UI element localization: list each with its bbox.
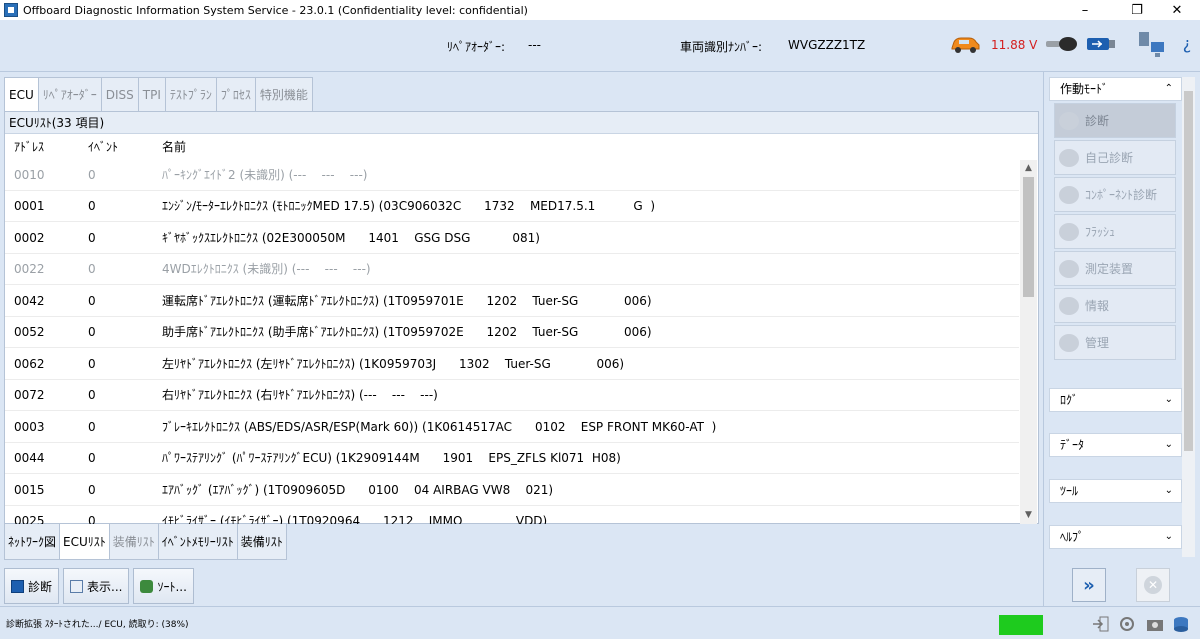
table-row[interactable]: 0010 0 ﾊﾟｰｷﾝｸﾞｴｲﾄﾞ2 (未識別) (--- --- ---) (5, 160, 1019, 191)
status-text: 診断拡張 ｽﾀｰﾄされた.../ ECU, 読取り: (38%) (6, 620, 189, 630)
side-panel: 作動ﾓｰﾄﾞ ⌃ 診断 自己診断 ｺﾝﾎﾟｰﾈﾝﾄ診断 ﾌﾗｯｼｭ 測定装置 情… (1043, 72, 1200, 606)
measuring-device-button[interactable]: 測定装置 (1054, 251, 1176, 286)
side-scroll-thumb[interactable] (1184, 91, 1193, 451)
col-header-event[interactable]: ｲﾍﾞﾝﾄ (88, 134, 118, 160)
tab-tpi[interactable]: TPI (137, 77, 166, 111)
self-diagnosis-icon (1059, 148, 1079, 167)
tab-event-memory-list[interactable]: ｲﾍﾞﾝﾄﾒﾓﾘｰﾘｽﾄ (157, 524, 238, 560)
cancel-button[interactable]: ✕ (1136, 568, 1170, 602)
chevron-down-icon: ⌄ (1164, 394, 1173, 405)
tools-section-header[interactable]: ﾂｰﾙ ⌄ (1049, 479, 1182, 503)
sort-button[interactable]: ｿｰﾄ... (133, 568, 194, 604)
help-icon[interactable]: ¿ (1178, 34, 1196, 54)
table-row[interactable]: 0022 0 4WDｴﾚｸﾄﾛﾆｸｽ (未識別) (--- --- ---) (5, 254, 1019, 285)
table-row[interactable]: 0072 0 右ﾘﾔﾄﾞｱｴﾚｸﾄﾛﾆｸｽ (右ﾘﾔﾄﾞｱｴﾚｸﾄﾛﾆｸｽ) (--… (5, 380, 1019, 411)
settings-icon[interactable] (1118, 616, 1136, 632)
window-title: Offboard Diagnostic Information System S… (23, 3, 528, 17)
gauge-icon (1059, 259, 1079, 278)
side-scrollbar[interactable] (1182, 77, 1195, 557)
network-icon[interactable] (1136, 30, 1166, 60)
bottom-tabs: ﾈｯﾄﾜｰｸ図 ECUﾘｽﾄ 装備ﾘｽﾄ ｲﾍﾞﾝﾄﾒﾓﾘｰﾘｽﾄ 装備ﾘｽﾄ (4, 524, 287, 560)
key-icon[interactable] (1044, 34, 1078, 54)
tab-ecu[interactable]: ECU (4, 77, 39, 112)
display-icon (70, 579, 84, 593)
chevron-down-icon: ⌄ (1164, 485, 1173, 496)
database-icon[interactable] (1172, 616, 1190, 632)
component-icon (1059, 185, 1079, 204)
tab-network-diagram[interactable]: ﾈｯﾄﾜｰｸ図 (4, 524, 61, 560)
mode-section-header[interactable]: 作動ﾓｰﾄﾞ ⌃ (1049, 77, 1182, 101)
col-header-address[interactable]: ｱﾄﾞﾚｽ (14, 134, 44, 160)
self-diagnosis-button[interactable]: 自己診断 (1054, 140, 1176, 175)
sort-icon (140, 579, 154, 593)
side-panel-content: 作動ﾓｰﾄﾞ ⌃ 診断 自己診断 ｺﾝﾎﾟｰﾈﾝﾄ診断 ﾌﾗｯｼｭ 測定装置 情… (1049, 77, 1182, 557)
table-row[interactable]: 0052 0 助手席ﾄﾞｱｴﾚｸﾄﾛﾆｸｽ (助手席ﾄﾞｱｴﾚｸﾄﾛﾆｸｽ) (1T… (5, 317, 1019, 348)
connection-status-indicator (999, 615, 1043, 635)
double-chevron-right-icon: » (1083, 574, 1095, 596)
bottom-toolbar: 診断 表示... ｿｰﾄ... (4, 568, 194, 604)
col-header-name[interactable]: 名前 (162, 134, 186, 160)
table-row[interactable]: 0001 0 ｴﾝｼﾞﾝ/ﾓｰﾀｰｴﾚｸﾄﾛﾆｸｽ (ﾓﾄﾛﾆｯｸMED 17.5)… (5, 191, 1019, 222)
next-button[interactable]: » (1072, 568, 1106, 602)
tab-process[interactable]: ﾌﾟﾛｾｽ (215, 77, 256, 111)
admin-button[interactable]: 管理 (1054, 325, 1176, 360)
tab-diss[interactable]: DISS (100, 77, 139, 111)
app-icon (4, 3, 18, 17)
display-button[interactable]: 表示... (63, 568, 130, 604)
table-row[interactable]: 0025 0 ｲﾓﾋﾞﾗｲｻﾞｰ (ｲﾓﾋﾞﾗｲｻﾞｰ) (1T0920964 12… (5, 506, 1019, 524)
vin-label: 車両識別ﾅﾝﾊﾞｰ: (680, 40, 763, 54)
top-tabs: ECU ﾘﾍﾟｱｵｰﾀﾞｰ DISS TPI ﾃｽﾄﾌﾟﾗﾝ ﾌﾟﾛｾｽ 特別機… (4, 77, 313, 112)
car-icon[interactable] (949, 34, 981, 54)
scroll-thumb[interactable] (1023, 177, 1034, 297)
usb-icon[interactable] (1086, 35, 1116, 53)
main-panel: ECU ﾘﾍﾟｱｵｰﾀﾞｰ DISS TPI ﾃｽﾄﾌﾟﾗﾝ ﾌﾟﾛｾｽ 特別機… (0, 72, 1043, 606)
header-bar: ﾘﾍﾟｱｵｰﾀﾞｰ: --- 車両識別ﾅﾝﾊﾞｰ: WVGZZZ1TZ 11.8… (0, 20, 1200, 72)
close-button[interactable]: ✕ (1154, 0, 1200, 20)
scroll-down-icon[interactable]: ▼ (1020, 507, 1037, 524)
help-section-header[interactable]: ﾍﾙﾌﾟ ⌄ (1049, 525, 1182, 549)
scroll-up-icon[interactable]: ▲ (1020, 160, 1037, 177)
tab-repair-order[interactable]: ﾘﾍﾟｱｵｰﾀﾞｰ (37, 77, 102, 111)
repair-order-label: ﾘﾍﾟｱｵｰﾀﾞｰ: (447, 40, 506, 54)
table-row[interactable]: 0002 0 ｷﾞﾔﾎﾞｯｸｽｴﾚｸﾄﾛﾆｸｽ (02E300050M 1401 G… (5, 223, 1019, 254)
info-icon (1059, 296, 1079, 315)
table-row[interactable]: 0042 0 運転席ﾄﾞｱｴﾚｸﾄﾛﾆｸｽ (運転席ﾄﾞｱｴﾚｸﾄﾛﾆｸｽ) (1T… (5, 286, 1019, 317)
tab-ecu-list[interactable]: ECUﾘｽﾄ (59, 524, 110, 560)
tab-test-plan[interactable]: ﾃｽﾄﾌﾟﾗﾝ (164, 77, 217, 111)
flash-icon (1059, 222, 1079, 241)
table-row[interactable]: 0003 0 ﾌﾞﾚｰｷｴﾚｸﾄﾛﾆｸｽ (ABS/EDS/ASR/ESP(Mark… (5, 412, 1019, 443)
diagnose-button[interactable]: 診断 (4, 568, 60, 604)
table-row[interactable]: 0062 0 左ﾘﾔﾄﾞｱｴﾚｸﾄﾛﾆｸｽ (左ﾘﾔﾄﾞｱｴﾚｸﾄﾛﾆｸｽ) (1K… (5, 349, 1019, 380)
battery-voltage: 11.88 V (991, 38, 1038, 52)
chevron-down-icon: ⌄ (1164, 439, 1173, 450)
info-button[interactable]: 情報 (1054, 288, 1176, 323)
tab-equipment-list[interactable]: 装備ﾘｽﾄ (236, 524, 287, 560)
stethoscope-icon (1059, 111, 1079, 130)
minimize-button[interactable]: – (1062, 0, 1108, 20)
chevron-down-icon: ⌄ (1164, 531, 1173, 542)
tab-special-functions[interactable]: 特別機能 (254, 77, 313, 111)
flash-button[interactable]: ﾌﾗｯｼｭ (1054, 214, 1176, 249)
table-row[interactable]: 0044 0 ﾊﾟﾜｰｽﾃｱﾘﾝｸﾞ (ﾊﾟﾜｰｽﾃｱﾘﾝｸﾞECU) (1K290… (5, 443, 1019, 474)
chevron-up-icon: ⌃ (1164, 83, 1173, 94)
component-diagnosis-button[interactable]: ｺﾝﾎﾟｰﾈﾝﾄ診断 (1054, 177, 1176, 212)
ecu-rows: 0010 0 ﾊﾟｰｷﾝｸﾞｴｲﾄﾞ2 (未識別) (--- --- ---) 00… (5, 160, 1019, 524)
title-bar: Offboard Diagnostic Information System S… (0, 0, 1200, 20)
tab-equipment-list-dim[interactable]: 装備ﾘｽﾄ (108, 524, 159, 560)
cancel-icon: ✕ (1144, 576, 1162, 594)
data-section-header[interactable]: ﾃﾞｰﾀ ⌄ (1049, 433, 1182, 457)
table-row[interactable]: 0015 0 ｴｱﾊﾞｯｸﾞ (ｴｱﾊﾞｯｸﾞ) (1T0909605D 0100 … (5, 475, 1019, 506)
ecu-list-panel: ECUﾘｽﾄ(33 項目) ｱﾄﾞﾚｽ ｲﾍﾞﾝﾄ 名前 0010 0 ﾊﾟｰｷﾝｸ… (4, 111, 1039, 524)
ecu-list-scrollbar[interactable]: ▲ ▼ (1020, 160, 1037, 524)
exit-icon[interactable] (1092, 616, 1110, 632)
log-section-header[interactable]: ﾛｸﾞ ⌄ (1049, 388, 1182, 412)
gear-icon (1059, 333, 1079, 352)
status-bar: 診断拡張 ｽﾀｰﾄされた.../ ECU, 読取り: (38%) (0, 606, 1200, 639)
mode-diagnose-button[interactable]: 診断 (1054, 103, 1176, 138)
ecu-list-title: ECUﾘｽﾄ(33 項目) (5, 112, 1038, 134)
diagnose-icon (11, 579, 24, 593)
vin-value: WVGZZZ1TZ (788, 38, 866, 52)
repair-order-value: --- (528, 38, 541, 52)
camera-icon[interactable] (1146, 616, 1164, 632)
